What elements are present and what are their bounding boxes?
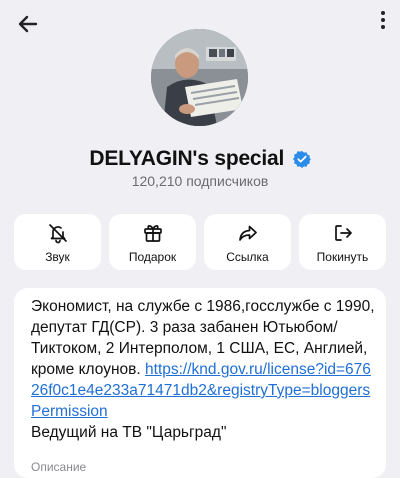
- arrow-left-icon: [18, 15, 38, 33]
- mute-label: Звук: [45, 250, 70, 264]
- back-button[interactable]: [14, 10, 42, 38]
- about-card: Экономист, на службе с 1986,госслужбе с …: [14, 288, 386, 478]
- avatar-photo: [151, 29, 248, 126]
- leave-button[interactable]: Покинуть: [299, 214, 386, 270]
- bell-off-icon: [48, 224, 67, 244]
- dot-icon: [381, 25, 385, 29]
- verified-badge-icon: [292, 151, 311, 168]
- channel-avatar[interactable]: [151, 29, 248, 126]
- share-link-button[interactable]: Ссылка: [204, 214, 291, 270]
- description-caption: Описание: [31, 460, 87, 474]
- description-tv-line: Ведущий на ТВ "Царьград": [31, 424, 227, 441]
- channel-description: Экономист, на службе с 1986,госслужбе с …: [31, 296, 376, 443]
- more-options-button[interactable]: [378, 11, 388, 35]
- dot-icon: [381, 11, 385, 15]
- leave-icon: [334, 225, 352, 241]
- gift-label: Подарок: [128, 250, 177, 264]
- gift-button[interactable]: Подарок: [109, 214, 196, 270]
- share-link-label: Ссылка: [226, 250, 269, 264]
- leave-label: Покинуть: [316, 250, 369, 264]
- subscriber-count: 120,210 подписчиков: [131, 173, 269, 189]
- channel-title-row: DELYAGIN's special: [0, 147, 400, 171]
- action-buttons: Звук Подарок Ссылка Покинуть: [14, 214, 386, 270]
- gift-icon: [143, 225, 162, 242]
- share-icon: [238, 225, 257, 241]
- dot-icon: [381, 18, 385, 22]
- channel-name: DELYAGIN's special: [89, 147, 285, 170]
- mute-button[interactable]: Звук: [14, 214, 101, 270]
